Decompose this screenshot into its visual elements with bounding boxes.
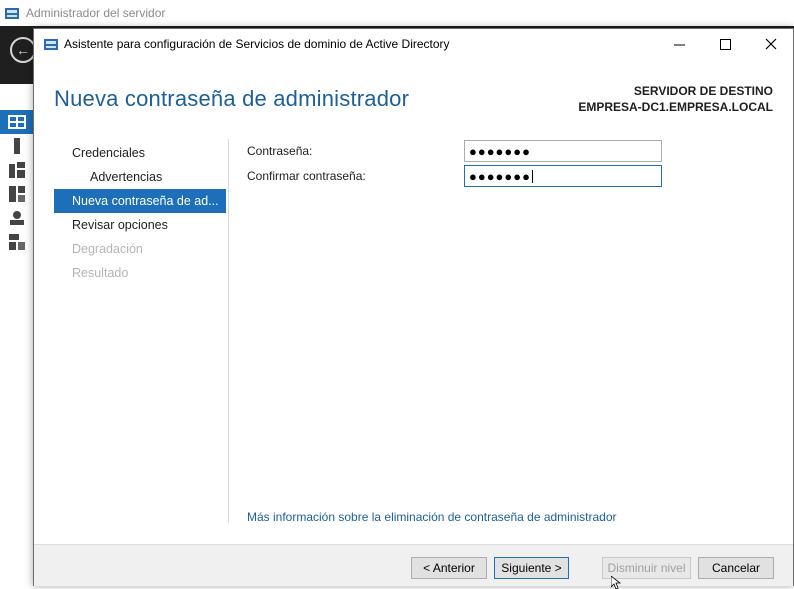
more-info-link[interactable]: Más información sobre la eliminación de … xyxy=(247,510,617,524)
destination-server: EMPRESA-DC1.EMPRESA.LOCAL xyxy=(578,100,773,114)
nav-item-credenciales[interactable]: Credenciales xyxy=(54,141,226,165)
nav-item-degradacion: Degradación xyxy=(72,242,143,256)
ad-ds-icon[interactable] xyxy=(0,182,34,206)
password-input[interactable]: ●●●●●●● xyxy=(464,140,662,162)
cancel-button[interactable]: Cancelar xyxy=(698,557,774,579)
close-button[interactable] xyxy=(748,29,794,59)
server-manager-titlebar: Administrador del servidor xyxy=(0,0,794,26)
confirm-password-label: Confirmar contraseña: xyxy=(247,169,366,183)
previous-button[interactable]: < Anterior xyxy=(411,557,487,579)
minimize-button[interactable] xyxy=(656,29,702,59)
server-manager-title: Administrador del servidor xyxy=(26,6,166,20)
nav-divider xyxy=(228,139,229,523)
destination-server-block: SERVIDOR DE DESTINO EMPRESA-DC1.EMPRESA.… xyxy=(578,83,773,115)
maximize-button[interactable] xyxy=(702,29,748,59)
confirm-password-row: Confirmar contraseña: ●●●●●●● xyxy=(247,165,662,187)
text-caret xyxy=(531,169,533,183)
all-servers-icon[interactable] xyxy=(0,158,34,182)
dns-icon[interactable] xyxy=(0,206,34,230)
confirm-password-value: ●●●●●●● xyxy=(469,168,531,184)
nav-item-nueva-contrasena[interactable]: Nueva contraseña de ad... xyxy=(54,189,226,213)
wizard-icon xyxy=(44,39,58,50)
local-server-icon[interactable] xyxy=(0,134,34,158)
dialog-footer: < Anterior Siguiente > Disminuir nivel C… xyxy=(34,544,793,586)
mouse-cursor-icon xyxy=(611,576,621,589)
password-value: ●●●●●●● xyxy=(469,143,531,159)
dialog-titlebar[interactable]: Asistente para configuración de Servicio… xyxy=(34,29,793,59)
password-row: Contraseña: ●●●●●●● xyxy=(247,140,662,162)
server-manager-sidebar xyxy=(0,84,34,589)
next-button[interactable]: Siguiente > xyxy=(494,557,569,579)
destination-label: SERVIDOR DE DESTINO xyxy=(633,84,773,98)
confirm-password-input[interactable]: ●●●●●●● xyxy=(464,165,662,187)
dashboard-icon[interactable] xyxy=(0,110,34,134)
nav-item-revisar-opciones[interactable]: Revisar opciones xyxy=(54,213,226,237)
server-manager-icon xyxy=(5,8,19,19)
nav-item-resultado: Resultado xyxy=(72,266,129,280)
ad-ds-wizard-dialog: Asistente para configuración de Servicio… xyxy=(33,28,794,586)
minimize-icon xyxy=(673,44,685,45)
maximize-icon xyxy=(719,38,731,50)
wizard-nav: Credenciales Advertencias Nueva contrase… xyxy=(54,141,226,285)
file-services-icon[interactable] xyxy=(0,230,34,254)
dialog-title: Asistente para configuración de Servicio… xyxy=(64,37,450,51)
page-title: Nueva contraseña de administrador xyxy=(54,86,410,111)
password-label: Contraseña: xyxy=(247,144,313,158)
nav-item-advertencias[interactable]: Advertencias xyxy=(54,165,226,189)
close-icon xyxy=(765,38,777,50)
